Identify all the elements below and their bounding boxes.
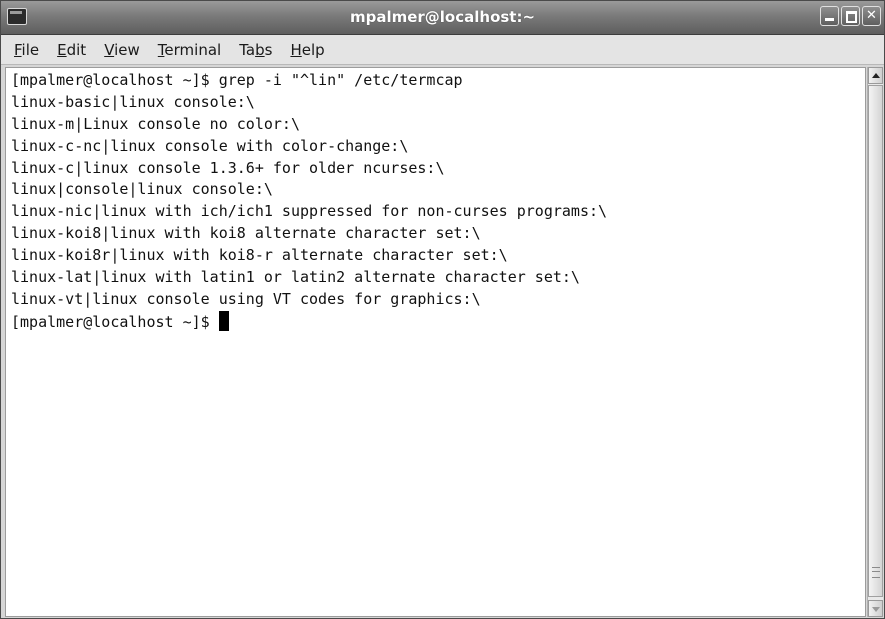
grip-icon [872, 567, 880, 578]
menu-edit-label: dit [66, 40, 87, 59]
menu-file-label: ile [21, 40, 40, 59]
text-cursor [218, 310, 229, 331]
menu-view-mnemonic: V [104, 40, 115, 59]
menu-view[interactable]: View [95, 35, 149, 65]
terminal-line: linux-m|Linux console no color:\ [11, 114, 300, 133]
terminal-line: linux-c-nc|linux console with color-chan… [11, 136, 409, 155]
terminal-line: [mpalmer@localhost ~]$ grep -i "^lin" /e… [11, 71, 463, 89]
menu-help-label: elp [301, 40, 325, 59]
minimize-icon[interactable] [820, 6, 839, 26]
menu-tabs-prefix: Ta [239, 40, 256, 59]
terminal-line: linux-vt|linux console using VT codes fo… [11, 289, 481, 308]
menu-file[interactable]: File [5, 35, 48, 65]
menu-edit-mnemonic: E [57, 40, 67, 59]
terminal-line: linux-koi8r|linux with koi8-r alternate … [11, 246, 508, 265]
shell-prompt: [mpalmer@localhost ~]$ [11, 312, 219, 331]
terminal-output[interactable]: [mpalmer@localhost ~]$ grep -i "^lin" /e… [5, 67, 866, 617]
close-icon[interactable]: ✕ [862, 6, 881, 26]
terminal-line: linux|console|linux console:\ [11, 180, 273, 199]
window-controls: ✕ [820, 6, 881, 26]
scrollbar-thumb[interactable] [868, 85, 883, 597]
terminal-window: mpalmer@localhost:~ ✕ File Edit View Ter… [0, 0, 885, 619]
terminal-line: linux-nic|linux with ich/ich1 suppressed… [11, 202, 608, 221]
menu-tabs-label: s [264, 40, 273, 59]
prompt-line: [mpalmer@localhost ~]$ [11, 310, 607, 333]
menu-tabs[interactable]: Tabs [230, 35, 281, 65]
terminal-line: linux-c|linux console 1.3.6+ for older n… [11, 158, 445, 177]
menu-terminal-label: erminal [164, 40, 222, 59]
scroll-down-arrow-icon[interactable] [868, 600, 883, 617]
scroll-up-arrow-icon[interactable] [868, 67, 883, 84]
menu-edit[interactable]: Edit [48, 35, 95, 65]
terminal-line: linux-lat|linux with latin1 or latin2 al… [11, 268, 580, 287]
terminal-lines: [mpalmer@localhost ~]$ grep -i "^lin" /e… [11, 70, 607, 333]
menu-tabs-mnemonic: b [255, 40, 265, 59]
menu-terminal[interactable]: Terminal [149, 35, 230, 65]
vertical-scrollbar[interactable] [867, 67, 883, 617]
window-title: mpalmer@localhost:~ [349, 8, 536, 26]
title-bar[interactable]: mpalmer@localhost:~ ✕ [1, 1, 884, 35]
menu-bar: File Edit View Terminal Tabs Help [1, 35, 884, 65]
menu-file-mnemonic: F [14, 40, 22, 59]
menu-help[interactable]: Help [281, 35, 333, 65]
terminal-line: linux-koi8|linux with koi8 alternate cha… [11, 224, 481, 243]
menu-help-mnemonic: H [290, 40, 302, 59]
menu-view-label: iew [114, 40, 140, 59]
terminal-line: linux-basic|linux console:\ [11, 92, 255, 111]
maximize-icon[interactable] [841, 6, 860, 26]
